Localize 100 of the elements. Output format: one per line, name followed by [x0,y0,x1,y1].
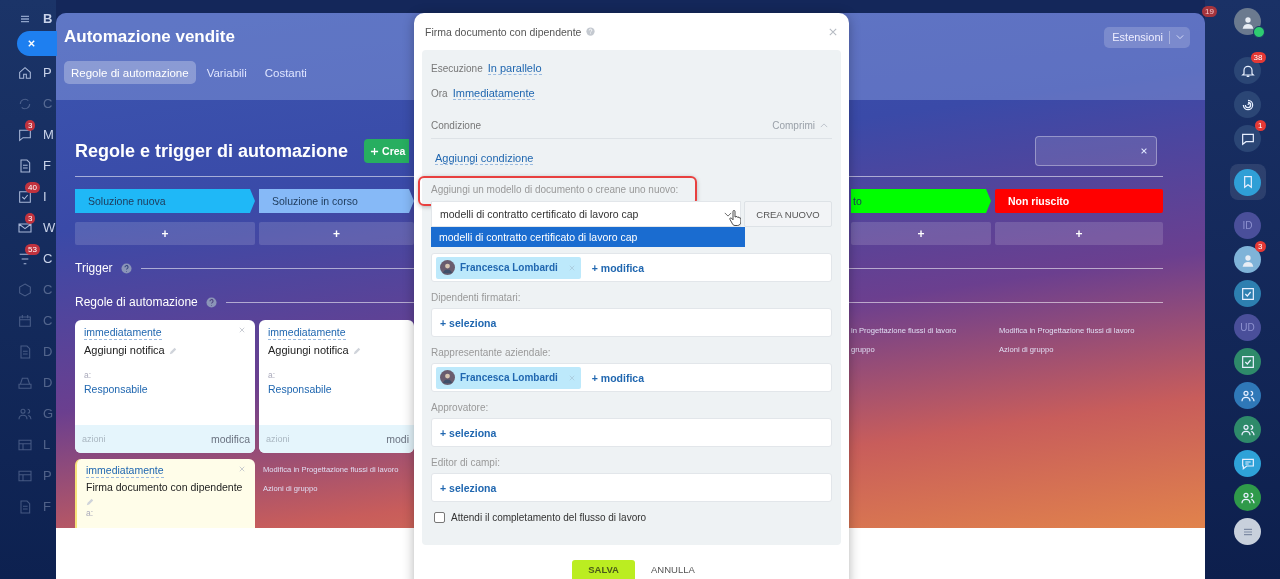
user-select-field[interactable]: Francesca Lombardi + modifica [431,363,832,392]
dropdown-option[interactable]: modelli di contratto certificato di lavoro cap [431,227,745,247]
action-link[interactable]: + modifica [587,371,645,384]
count-badge: 3 [25,213,36,224]
field-label: Dipendenti firmatari: [431,292,522,303]
bell-icon[interactable] [1234,57,1261,84]
action-title: Aggiungi notifica [268,343,349,357]
add-button[interactable]: + [259,222,414,245]
checklist-icon[interactable] [1234,280,1261,307]
field-label: Editor di campi: [431,457,501,468]
group-icon[interactable] [1234,484,1261,511]
stage-bar[interactable]: to [851,189,991,213]
user-select-field[interactable]: + seleziona [431,473,832,502]
actions-label: azioni [82,434,106,444]
field-label: Ora [431,88,448,99]
section-label: Trigger [75,261,113,275]
plus-icon [370,146,380,156]
home-icon[interactable] [17,64,33,81]
delay-link[interactable]: immediatamente [84,326,162,340]
recipient-link[interactable]: Responsabile [84,383,246,395]
stage-bar[interactable]: Non riuscito [995,189,1163,213]
action-link[interactable]: + seleziona [436,426,497,439]
edit-link[interactable]: modifica [210,433,250,445]
add-button[interactable]: + [995,222,1163,245]
section-label: Regole di automazione [75,295,198,309]
avatar-icon [440,260,455,275]
nav-item-label[interactable]: P [43,65,52,80]
help-icon[interactable] [120,262,132,274]
chat-icon[interactable] [1234,125,1261,152]
group-icon[interactable] [1234,416,1261,443]
count-badge: 3 [25,120,36,131]
dialog-title: Firma documento con dipendente [425,25,582,38]
field-label: a: [84,370,93,380]
check-icon[interactable] [17,188,33,205]
stage-bar[interactable]: Soluzione nuova [75,189,255,213]
group-icon[interactable] [1234,382,1261,409]
save-button[interactable]: SALVA [572,560,635,579]
checkbox-label[interactable]: Attendi il completamento del flusso di lavoro [451,512,647,523]
section-heading: Regole e trigger di automazione [75,140,349,162]
recipient-link[interactable]: Responsabile [268,383,405,395]
field-label: Esecuzione [431,63,483,74]
menu-icon[interactable] [1234,518,1261,545]
create-button[interactable]: Crea [364,139,410,163]
hand-cursor-icon [729,210,741,226]
nav-item-label[interactable]: I [43,189,47,204]
rule-card[interactable]: immediatamente Aggiungi notifica a: Responsabile azioni modifica [75,320,255,453]
clear-icon[interactable] [1140,147,1148,155]
nav-item-label[interactable]: C [43,251,53,266]
search-field[interactable] [1035,136,1157,166]
field-label: Condizione [431,119,482,131]
count-badge: 53 [25,244,40,255]
doc-icon[interactable] [17,157,33,174]
spiral-icon[interactable] [1234,91,1261,118]
checklist-icon[interactable] [1234,348,1261,375]
checkbox[interactable] [434,512,445,523]
count-badge: 19 [1202,6,1217,17]
field-label: a: [86,508,95,518]
caret-icon[interactable] [724,211,732,217]
tab[interactable]: Variabili [199,61,254,84]
field-label: Rappresentante aziendale: [431,347,552,358]
create-new-button[interactable]: CREA NUOVO [744,201,832,227]
user-chip[interactable]: Francesca Lombardi [436,366,581,389]
tab[interactable]: Costanti [257,61,314,84]
close-button[interactable] [17,31,57,56]
action-link[interactable]: + seleziona [436,481,497,494]
user-select-field[interactable]: + seleziona [431,308,832,337]
delay-link[interactable]: immediatamente [86,464,164,478]
nav-item-label[interactable]: W [43,220,56,235]
edit-link[interactable]: modi [386,433,409,445]
template-dropdown[interactable]: modelli di contratto certificato di lavoro cap [431,201,741,227]
field-label: a: [268,370,277,380]
rule-card[interactable]: immediatamente Aggiungi notifica a: Responsabile azioni modi [259,320,414,453]
delay-link[interactable]: immediatamente [268,326,346,340]
avatar-icon [440,370,455,385]
action-link[interactable]: + modifica [587,261,645,274]
extensions-button[interactable]: Estensioni [1104,26,1190,48]
count-badge: 38 [1250,52,1266,63]
nav-item-label[interactable]: M [43,127,54,142]
cancel-button[interactable]: ANNULLA [645,560,701,579]
help-icon[interactable] [205,296,217,308]
value-link[interactable]: In parallelo [487,62,542,75]
user-select-field[interactable]: Francesca Lombardi + modifica [431,253,832,282]
add-button[interactable]: + [75,222,255,245]
stage-bar[interactable]: Soluzione in corso [259,189,414,213]
action-link[interactable]: + seleziona [436,316,497,329]
avatar-icon[interactable] [1234,246,1261,273]
nav-item-label[interactable]: F [43,158,51,173]
avatar-icon[interactable] [1234,8,1261,35]
value-link[interactable]: Immediatamente [452,87,535,100]
count-badge: 1 [1255,120,1266,131]
field-label: Aggiungi un modello di documento o creane uno nuovo: [431,183,679,195]
actions-label: azioni [266,434,290,444]
rule-card[interactable]: immediatamente Firma documento con dipendente a: [75,459,255,528]
bookmark-icon[interactable] [1234,168,1261,196]
user-select-field[interactable]: + seleziona [431,418,832,447]
user-chip[interactable]: Francesca Lombardi [436,256,581,279]
add-condition-link[interactable]: Aggiungi condizione [435,151,534,165]
action-title: Aggiungi notifica [84,343,165,357]
add-button[interactable]: + [851,222,991,245]
message-icon[interactable] [1234,450,1261,477]
